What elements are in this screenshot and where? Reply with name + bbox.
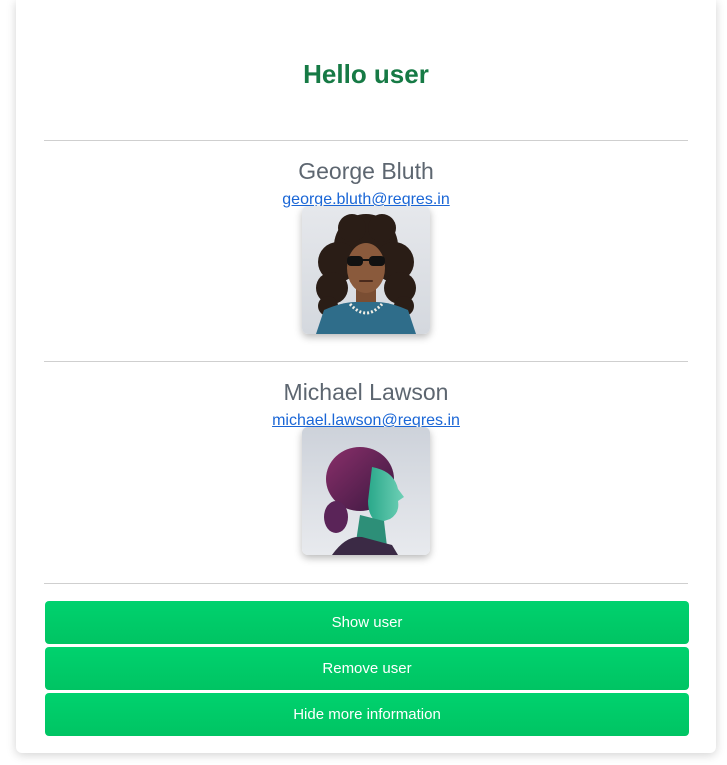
divider xyxy=(44,140,688,141)
remove-user-button[interactable]: Remove user xyxy=(45,647,689,690)
divider xyxy=(44,361,688,362)
user-card: Hello user George Bluth george.bluth@req… xyxy=(16,0,716,753)
avatar-image xyxy=(302,206,430,334)
page-title: Hello user xyxy=(303,59,429,89)
user-name: Michael Lawson xyxy=(283,379,449,405)
show-user-button[interactable]: Show user xyxy=(45,601,689,644)
avatar-image xyxy=(302,427,430,555)
user-name: George Bluth xyxy=(298,158,434,184)
divider xyxy=(44,583,688,584)
user-entry: George Bluth george.bluth@reqres.in xyxy=(44,156,688,334)
user-entry: Michael Lawson michael.lawson@reqres.in xyxy=(44,377,688,555)
avatar xyxy=(302,206,430,334)
avatar xyxy=(302,427,430,555)
hide-more-information-button[interactable]: Hide more information xyxy=(45,693,689,736)
